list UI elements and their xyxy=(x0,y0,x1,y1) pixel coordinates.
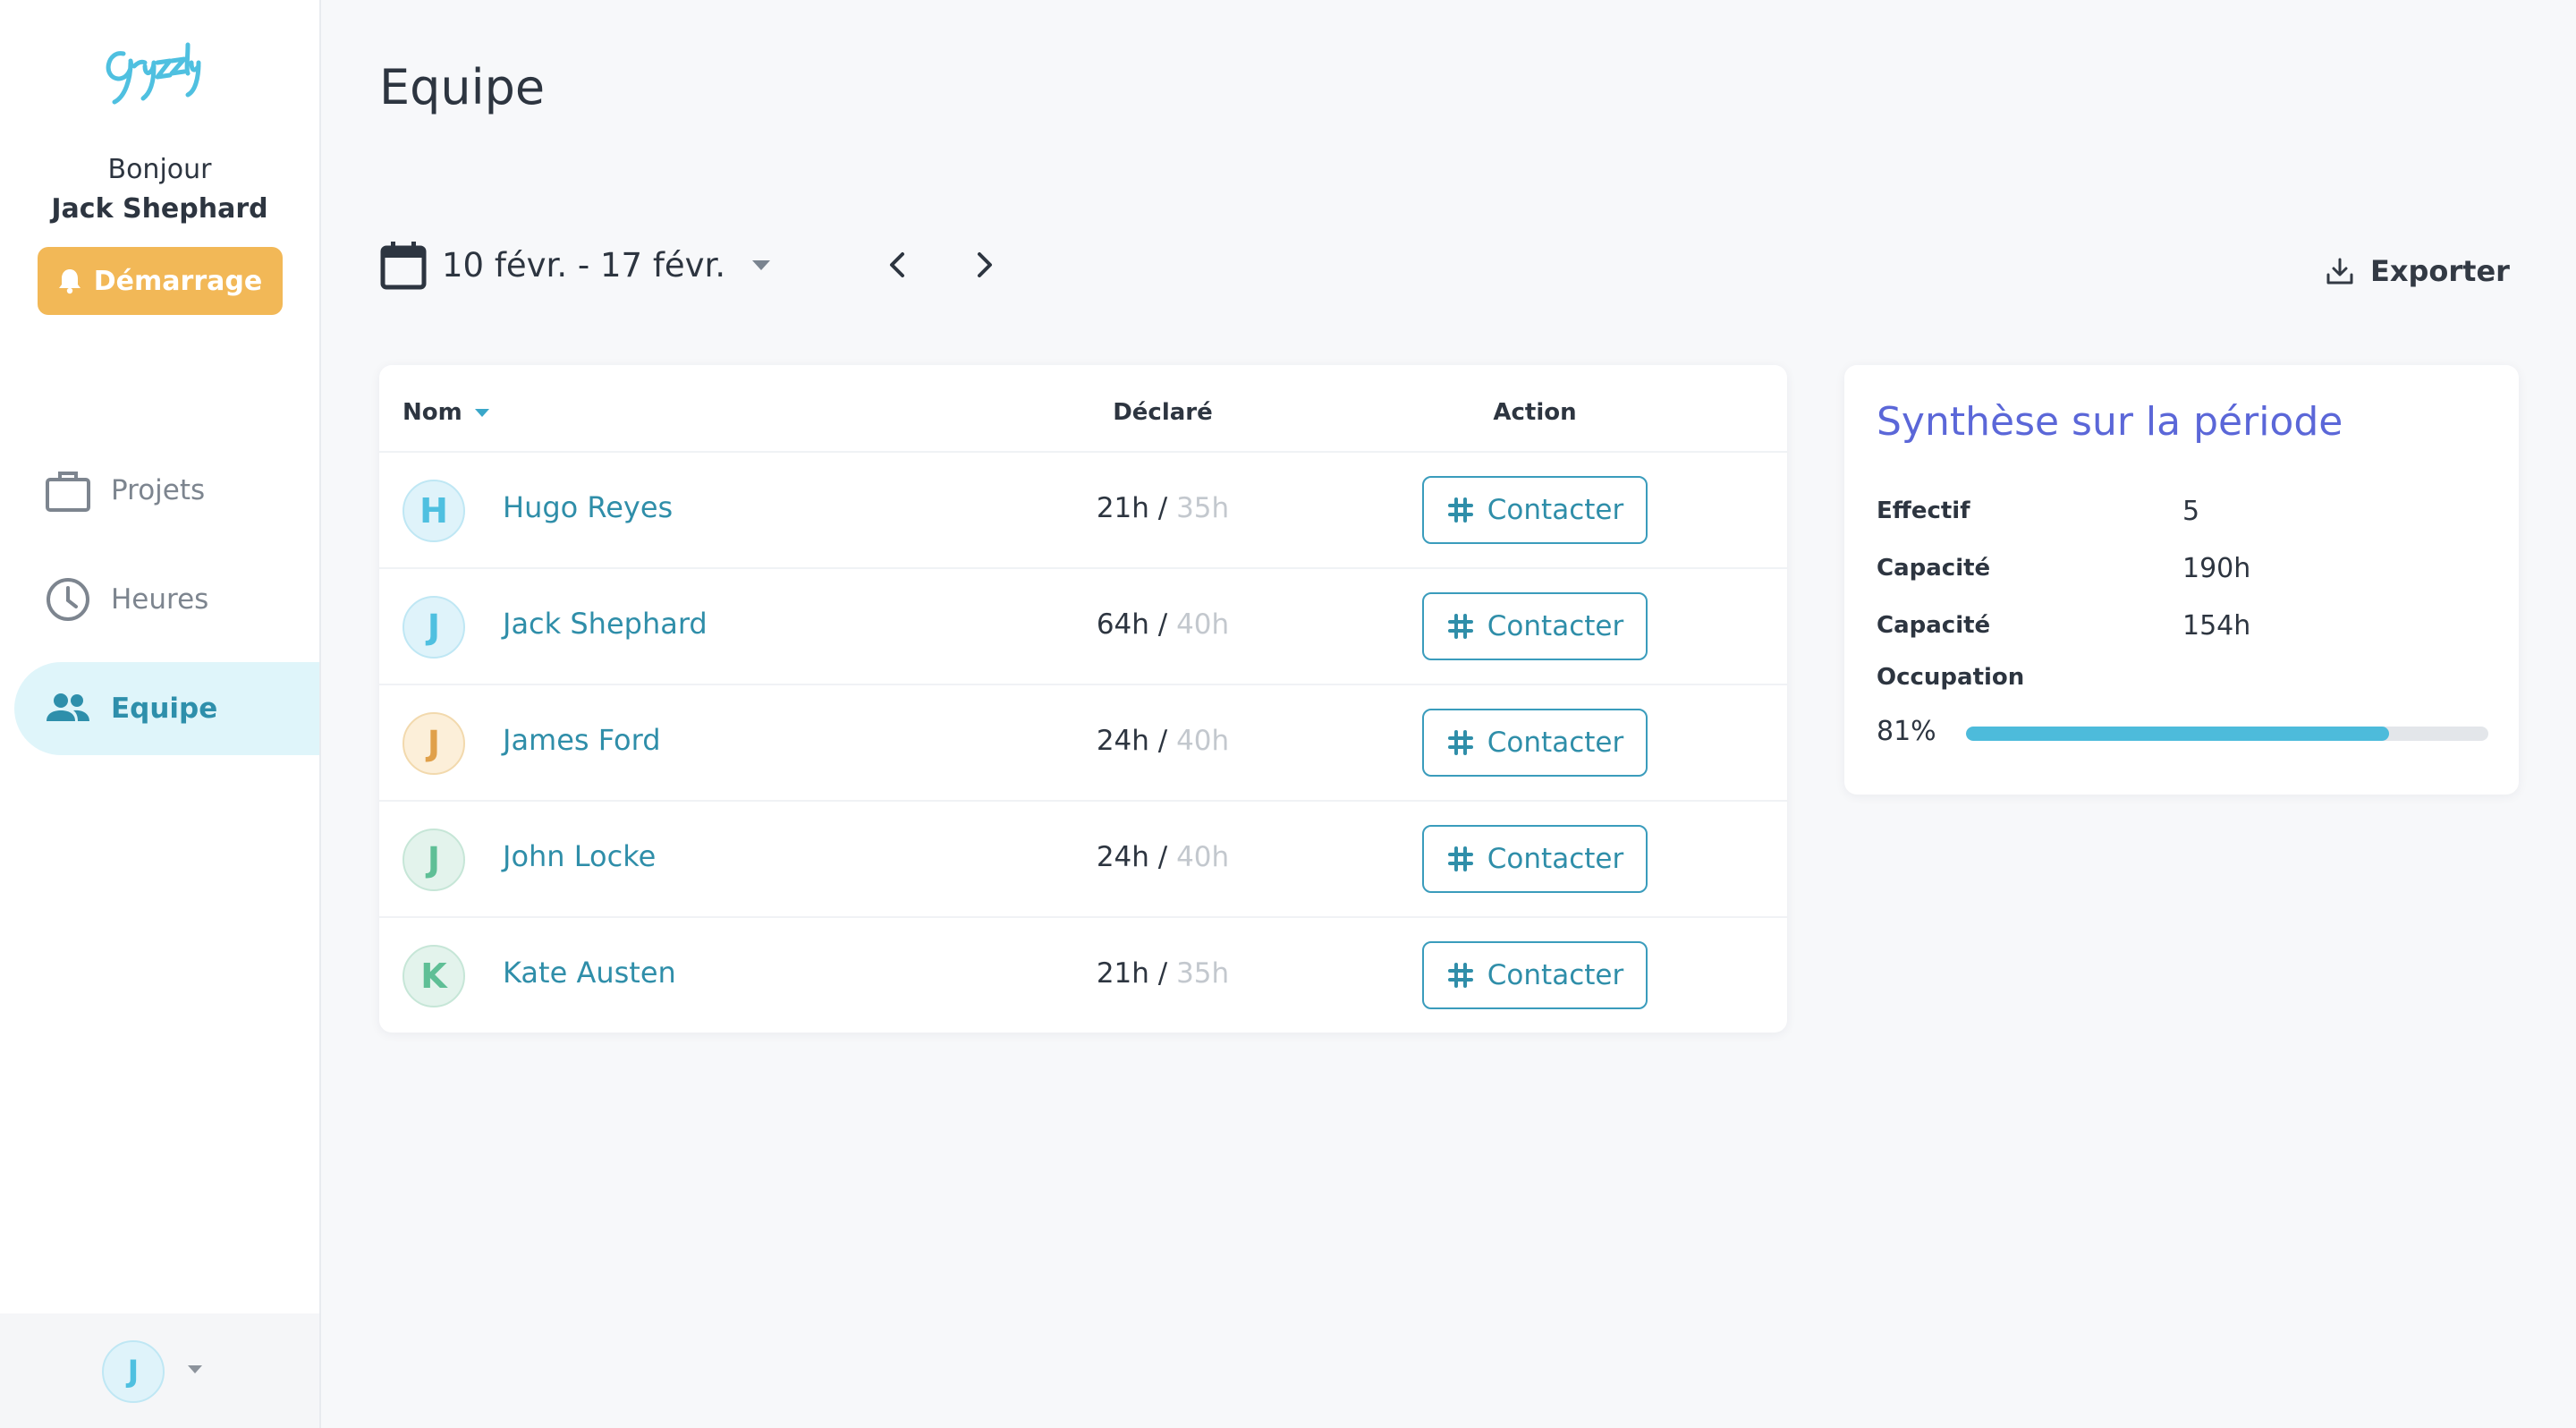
contact-button[interactable]: Contacter xyxy=(1422,941,1648,1009)
export-button[interactable]: Exporter xyxy=(2326,254,2510,288)
team-icon xyxy=(47,693,89,721)
sort-caret-icon[interactable] xyxy=(474,409,489,417)
member-name-link[interactable]: Kate Austen xyxy=(503,956,676,990)
capacity-value: 40h xyxy=(1176,725,1230,757)
contact-button-label: Contacter xyxy=(1487,494,1624,526)
declared-value: 64h / xyxy=(1096,608,1168,641)
start-button[interactable]: Démarrage xyxy=(38,247,283,315)
capacity-value: 40h xyxy=(1176,608,1230,641)
slack-icon xyxy=(1447,497,1473,523)
team-table: Nom Déclaré Action H Hugo Reyes 21h / 35h C… xyxy=(379,365,1787,1033)
member-name-link[interactable]: James Ford xyxy=(503,723,661,757)
declared-hours: 64h / 40h xyxy=(1073,608,1252,641)
column-header-name[interactable]: Nom xyxy=(402,399,489,426)
declared-value: 24h / xyxy=(1096,725,1168,757)
avatar: J xyxy=(402,596,465,659)
slack-icon xyxy=(1447,730,1473,755)
sidebar: Bonjour Jack Shephard Démarrage Projets … xyxy=(0,0,321,1428)
contact-button[interactable]: Contacter xyxy=(1422,825,1648,893)
page-title: Equipe xyxy=(379,59,546,115)
table-row: K Kate Austen 21h / 35h Contacter xyxy=(379,916,1787,1034)
summary-label-capacity-2: Capacité xyxy=(1877,612,1991,639)
declared-value: 21h / xyxy=(1096,492,1168,524)
table-row: J Jack Shephard 64h / 40h Contacter xyxy=(379,567,1787,685)
gryzzly-logo[interactable] xyxy=(98,27,224,116)
table-row: H Hugo Reyes 21h / 35h Contacter xyxy=(379,451,1787,569)
occupation-progress-bar xyxy=(1966,727,2488,741)
briefcase-icon xyxy=(46,472,90,512)
user-name: Jack Shephard xyxy=(51,193,268,225)
avatar: J xyxy=(402,829,465,891)
summary-value-capacity: 190h xyxy=(2182,553,2251,584)
summary-label-occupation: Occupation xyxy=(1877,664,2025,691)
avatar[interactable]: J xyxy=(102,1340,165,1403)
nav-label: Heures xyxy=(111,583,209,616)
avatar: J xyxy=(402,712,465,775)
declared-hours: 24h / 40h xyxy=(1073,725,1252,757)
summary-label-effectif: Effectif xyxy=(1877,497,1970,524)
summary-card: Synthèse sur la période Effectif 5 Capac… xyxy=(1844,365,2519,795)
member-name-link[interactable]: John Locke xyxy=(503,839,656,873)
declared-hours: 21h / 35h xyxy=(1073,492,1252,524)
calendar-icon xyxy=(380,242,427,290)
column-header-declared: Déclaré xyxy=(1113,399,1213,426)
occupation-percent: 81% xyxy=(1877,716,1936,747)
export-label: Exporter xyxy=(2370,254,2510,288)
declared-hours: 21h / 35h xyxy=(1073,957,1252,990)
capacity-value: 35h xyxy=(1176,492,1230,524)
start-button-label: Démarrage xyxy=(93,265,263,297)
clock-icon xyxy=(47,578,89,621)
occupation-progress-fill xyxy=(1966,727,2390,741)
avatar: H xyxy=(402,480,465,542)
summary-title: Synthèse sur la période xyxy=(1877,399,2343,445)
account-menu[interactable]: J xyxy=(0,1313,319,1428)
download-icon xyxy=(2326,258,2353,285)
contact-button[interactable]: Contacter xyxy=(1422,592,1648,660)
summary-label-capacity: Capacité xyxy=(1877,555,1991,582)
contact-button[interactable]: Contacter xyxy=(1422,476,1648,544)
nav-item-heures[interactable]: Heures xyxy=(14,553,319,646)
contact-button-label: Contacter xyxy=(1487,959,1624,991)
bell-icon xyxy=(58,269,80,294)
nav-label: Projets xyxy=(111,474,206,506)
column-header-action: Action xyxy=(1493,399,1577,426)
chevron-down-icon[interactable] xyxy=(752,259,771,270)
contact-button-label: Contacter xyxy=(1487,727,1624,759)
avatar: K xyxy=(402,945,465,1007)
date-range-picker[interactable]: 10 févr. - 17 févr. xyxy=(379,238,771,292)
nav-label: Equipe xyxy=(111,693,218,725)
contact-button-label: Contacter xyxy=(1487,610,1624,642)
member-name-link[interactable]: Hugo Reyes xyxy=(503,490,673,524)
declared-value: 24h / xyxy=(1096,841,1168,873)
column-header-label: Nom xyxy=(402,399,462,426)
summary-value-capacity-2: 154h xyxy=(2182,610,2251,642)
contact-button[interactable]: Contacter xyxy=(1422,709,1648,777)
member-name-link[interactable]: Jack Shephard xyxy=(503,607,708,641)
table-row: J John Locke 24h / 40h Contacter xyxy=(379,800,1787,918)
date-range-text: 10 févr. - 17 févr. xyxy=(442,245,726,285)
nav-item-projets[interactable]: Projets xyxy=(14,444,319,537)
previous-period-button[interactable] xyxy=(880,247,916,283)
chevron-down-icon[interactable] xyxy=(188,1365,202,1373)
capacity-value: 40h xyxy=(1176,841,1230,873)
slack-icon xyxy=(1447,846,1473,871)
table-row: J James Ford 24h / 40h Contacter xyxy=(379,684,1787,802)
greeting-text: Bonjour xyxy=(107,154,212,185)
declared-value: 21h / xyxy=(1096,957,1168,990)
slack-icon xyxy=(1447,614,1473,639)
slack-icon xyxy=(1447,963,1473,988)
contact-button-label: Contacter xyxy=(1487,843,1624,875)
capacity-value: 35h xyxy=(1176,957,1230,990)
nav-item-equipe[interactable]: Equipe xyxy=(14,662,319,755)
next-period-button[interactable] xyxy=(966,247,1002,283)
summary-value-effectif: 5 xyxy=(2182,496,2200,527)
declared-hours: 24h / 40h xyxy=(1073,841,1252,873)
